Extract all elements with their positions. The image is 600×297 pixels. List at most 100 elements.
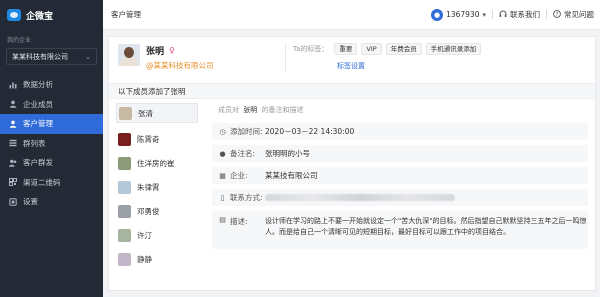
customer-company: @某某科技有限公司 <box>146 61 214 70</box>
chevron-down-icon: ⌄ <box>85 52 91 61</box>
field-value: 张明明的小号 <box>265 149 310 158</box>
remark-heading: 成员对 张明 的备注和描述 <box>212 104 588 118</box>
sidebar-item-members[interactable]: 企业成员 <box>0 95 103 115</box>
account-menu[interactable]: ● 1367930 ▾ <box>431 8 486 21</box>
header-actions: ● 1367930 ▾ 联系我们 ? 常见问题 <box>431 8 600 21</box>
member-avatar <box>118 228 131 242</box>
member-remark-details: 成员对 张明 的备注和描述 ◷ 添加时间: 2020－03－22 14:30:0… <box>205 99 595 289</box>
member-item[interactable]: 许汀 <box>116 223 198 247</box>
contact-us-link[interactable]: 联系我们 <box>499 9 540 20</box>
tags-label: Ta的标签： <box>293 45 329 53</box>
settings-icon <box>9 198 17 206</box>
members-section-title: 以下成员添加了张明 <box>109 83 595 99</box>
brand-name: 企微宝 <box>26 11 54 22</box>
sidebar-item-label: 设置 <box>23 197 38 207</box>
customer-name: 张明 <box>146 47 165 57</box>
tag-chip: VIP <box>361 43 382 55</box>
person-icon <box>9 100 17 109</box>
sidebar-item-label: 企业成员 <box>23 99 53 109</box>
member-item[interactable]: 邓勇俊 <box>116 199 198 223</box>
member-item[interactable]: 陈霄奇 <box>116 127 198 151</box>
field-label: 企业: <box>230 171 248 180</box>
member-item[interactable]: 朱律霄 <box>116 175 198 199</box>
tag-row: Ta的标签： 重要 VIP 年费会员 手机通讯录添加 <box>293 43 482 55</box>
member-name: 邓勇俊 <box>137 206 160 216</box>
sidebar-item-qrcode[interactable]: 渠道二维码 <box>0 173 103 193</box>
sidebar-item-customers[interactable]: 客户管理 <box>0 114 103 134</box>
user-icon: ● <box>219 149 226 158</box>
user-avatar-icon: ● <box>431 8 444 21</box>
brand[interactable]: 企微宝 <box>0 0 103 30</box>
field-label: 描述: <box>230 217 248 226</box>
tag-chip: 年费会员 <box>385 43 422 55</box>
field-value: 2020－03－22 14:30:00 <box>265 127 355 136</box>
sidebar-item-broadcast[interactable]: 客户群发 <box>0 153 103 173</box>
phone-icon: ▯ <box>220 193 225 202</box>
field-value: 设计师在学习的路上不要一开始就设定一个"苦大仇深"的目标。然后指望自己默默坚持三… <box>265 217 587 236</box>
members-content: 张清 陈霄奇 住洋房的崔 朱律霄 邓勇俊 许汀 静静 成员对 张明 的备注和描述… <box>109 99 595 289</box>
remark-customer-name: 张明 <box>243 106 258 114</box>
question-icon: ? <box>553 9 561 20</box>
company-selector[interactable]: 某某科技有限公司 ⌄ <box>6 48 97 65</box>
member-avatar <box>118 156 131 170</box>
sidebar-item-group-list[interactable]: 群列表 <box>0 134 103 154</box>
customer-icon <box>9 120 17 128</box>
member-item[interactable]: 静静 <box>116 247 198 271</box>
tag-chip: 手机通讯录添加 <box>425 43 482 55</box>
customer-tags: Ta的标签： 重要 VIP 年费会员 手机通讯录添加 标签设置 <box>285 43 482 73</box>
sidebar: 企微宝 我的企业 某某科技有限公司 ⌄ 数据分析 企业成员 客户管理 群列表 客… <box>0 0 103 297</box>
field-description: ▤ 描述: 设计师在学习的路上不要一开始就设定一个"苦大仇深"的目标。然后指望自… <box>212 211 588 249</box>
field-label: 联系方式: <box>230 193 263 202</box>
member-name: 张清 <box>138 108 153 118</box>
company-caption: 我的企业 <box>7 37 32 44</box>
list-icon <box>9 139 17 147</box>
member-name: 朱律霄 <box>137 182 160 192</box>
account-number: 1367930 <box>446 10 480 19</box>
blurred-contact-value <box>265 194 455 201</box>
field-add-time: ◷ 添加时间: 2020－03－22 14:30:00 <box>212 123 588 140</box>
remark-prefix: 成员对 <box>218 106 239 114</box>
field-company: ▦ 企业: 某某技有限公司 <box>212 167 588 184</box>
sidebar-item-label: 数据分析 <box>23 80 53 90</box>
contact-us-label: 联系我们 <box>510 10 540 19</box>
broadcast-icon <box>9 159 17 167</box>
clock-icon: ◷ <box>219 127 226 136</box>
field-label: 添加时间: <box>230 127 263 136</box>
member-name: 许汀 <box>137 230 152 240</box>
member-list: 张清 陈霄奇 住洋房的崔 朱律霄 邓勇俊 许汀 静静 <box>109 99 205 289</box>
member-avatar <box>118 132 131 146</box>
building-icon: ▦ <box>219 171 226 180</box>
document-icon: ▤ <box>219 216 226 224</box>
member-item-selected[interactable]: 张清 <box>116 103 198 123</box>
svg-text:?: ? <box>556 12 559 18</box>
sidebar-item-label: 渠道二维码 <box>23 177 61 187</box>
member-avatar <box>119 106 132 120</box>
customer-profile: 张明 ♀ @某某科技有限公司 Ta的标签： 重要 VIP 年费会员 手机通讯录添… <box>109 37 595 83</box>
chevron-down-icon: ▾ <box>482 10 486 19</box>
member-avatar <box>118 204 131 218</box>
divider <box>546 10 547 19</box>
sidebar-item-settings[interactable]: 设置 <box>0 192 103 212</box>
faq-link[interactable]: ? 常见问题 <box>553 9 594 20</box>
sidebar-item-data-analysis[interactable]: 数据分析 <box>0 75 103 95</box>
remark-suffix: 的备注和描述 <box>261 106 304 114</box>
member-item[interactable]: 住洋房的崔 <box>116 151 198 175</box>
top-header: 客户管理 ● 1367930 ▾ 联系我们 ? 常见问题 <box>103 0 600 30</box>
page-title: 客户管理 <box>111 10 141 19</box>
field-contact: ▯ 联系方式: <box>212 189 588 206</box>
sidebar-item-label: 客户管理 <box>23 119 53 129</box>
brand-logo-icon <box>7 9 21 21</box>
female-gender-icon: ♀ <box>169 46 175 55</box>
faq-label: 常见问题 <box>564 10 594 19</box>
customer-detail-card: 张明 ♀ @某某科技有限公司 Ta的标签： 重要 VIP 年费会员 手机通讯录添… <box>108 36 596 291</box>
field-remark-name: ● 备注名: 张明明的小号 <box>212 145 588 162</box>
bar-chart-icon <box>9 81 17 89</box>
customer-name-row: 张明 ♀ <box>146 44 214 57</box>
qrcode-icon <box>9 178 17 187</box>
member-name: 住洋房的崔 <box>137 158 175 168</box>
field-value: 某某技有限公司 <box>265 171 318 180</box>
company-selector-value: 某某科技有限公司 <box>12 52 68 61</box>
tag-settings-link[interactable]: 标签设置 <box>337 61 481 71</box>
sidebar-nav: 数据分析 企业成员 客户管理 群列表 客户群发 渠道二维码 设置 <box>0 75 103 212</box>
headset-icon <box>499 10 507 20</box>
